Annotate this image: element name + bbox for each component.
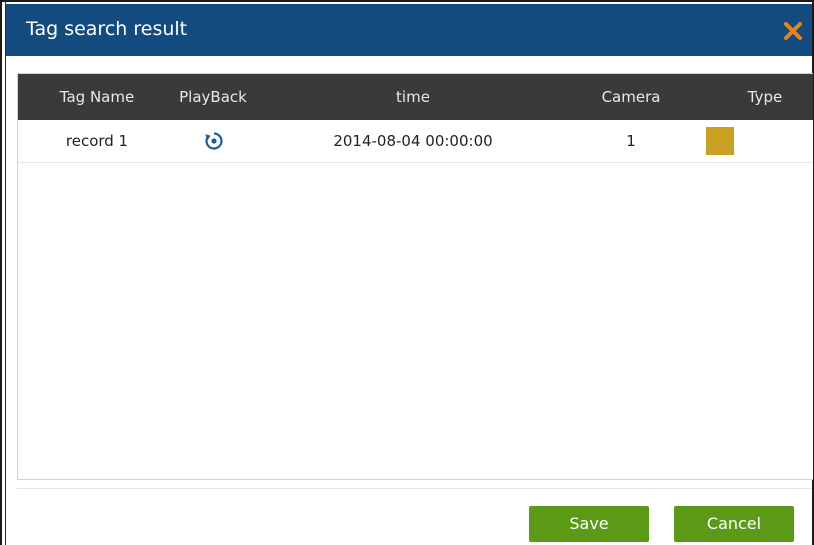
window-frame-top — [0, 0, 814, 2]
close-icon — [784, 22, 802, 40]
tag-search-dialog: Tag search result Tag Name PlayBack time… — [6, 4, 813, 545]
save-button[interactable]: Save — [529, 506, 649, 542]
cell-time: 2014-08-04 00:00:00 — [333, 132, 493, 150]
playback-button[interactable] — [204, 131, 224, 151]
cancel-button[interactable]: Cancel — [674, 506, 794, 542]
column-header-time[interactable]: time — [308, 74, 518, 120]
window-frame-left — [0, 0, 2, 545]
column-header-tag-name[interactable]: Tag Name — [22, 74, 172, 120]
column-header-type[interactable]: Type — [730, 74, 800, 120]
footer-divider — [17, 488, 812, 489]
column-header-camera[interactable]: Camera — [583, 74, 679, 120]
playback-icon — [205, 132, 223, 150]
dialog-title-bar: Tag search result — [6, 4, 812, 56]
table-header: Tag Name PlayBack time Camera Type — [18, 74, 813, 120]
table-row[interactable]: record 1 2014-08-04 00:00:00 1 — [18, 120, 813, 163]
results-table: Tag Name PlayBack time Camera Type recor… — [17, 73, 813, 480]
close-button[interactable] — [780, 16, 806, 44]
cell-camera: 1 — [626, 132, 636, 150]
cell-tag-name: record 1 — [65, 132, 129, 150]
dialog-title: Tag search result — [26, 18, 188, 40]
column-header-playback[interactable]: PlayBack — [166, 74, 260, 120]
type-color-swatch — [706, 127, 734, 155]
